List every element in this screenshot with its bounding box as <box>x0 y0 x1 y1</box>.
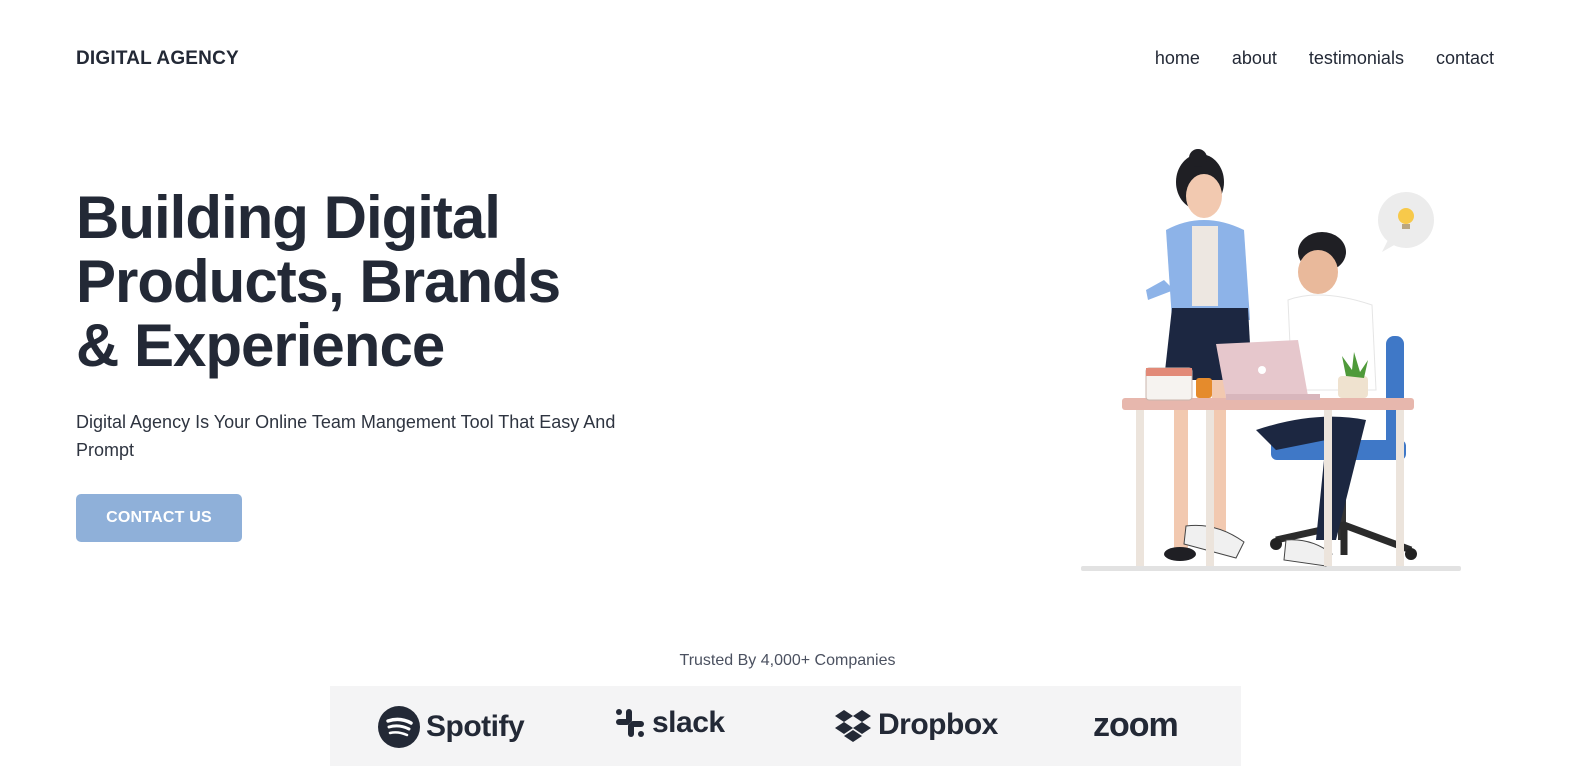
zoom-logo-text: zoom <box>1093 706 1179 744</box>
trusted-label: Trusted By 4,000+ Companies <box>679 652 896 669</box>
slack-icon <box>616 709 644 737</box>
dropbox-logo-text: Dropbox <box>878 708 998 741</box>
nav-testimonials[interactable]: testimonials <box>1309 48 1404 69</box>
hero-title-line: Products, Brands <box>76 248 561 315</box>
zoom-logo: zoom <box>1093 706 1179 745</box>
logo-dropbox: Dropbox <box>834 708 998 742</box>
contact-us-button[interactable]: CONTACT US <box>76 494 242 542</box>
spotify-icon <box>378 706 420 748</box>
nav-contact[interactable]: contact <box>1436 48 1494 69</box>
slack-logo-text: slack <box>652 706 725 739</box>
dropbox-icon <box>835 710 871 742</box>
hero-subtitle: Digital Agency Is Your Online Team Mange… <box>76 412 616 460</box>
main-nav: home about testimonials contact <box>1155 48 1494 69</box>
hero-title-line: & Experience <box>76 312 445 379</box>
hero-title-line: Building Digital <box>76 184 501 251</box>
hero-title: Building Digital Products, Brands & Expe… <box>76 186 676 378</box>
team-working-at-desk-illustration <box>1081 149 1461 571</box>
nav-about[interactable]: about <box>1232 48 1277 69</box>
logo-slack: slack <box>614 706 725 740</box>
spotify-logo-text: Spotify <box>426 710 525 743</box>
logo-spotify: Spotify <box>378 706 525 748</box>
nav-home[interactable]: home <box>1155 48 1200 69</box>
brand-logo[interactable]: DIGITAL AGENCY <box>76 48 239 70</box>
logo-strip: Spotify slack Dropbox zoom <box>330 686 1241 766</box>
